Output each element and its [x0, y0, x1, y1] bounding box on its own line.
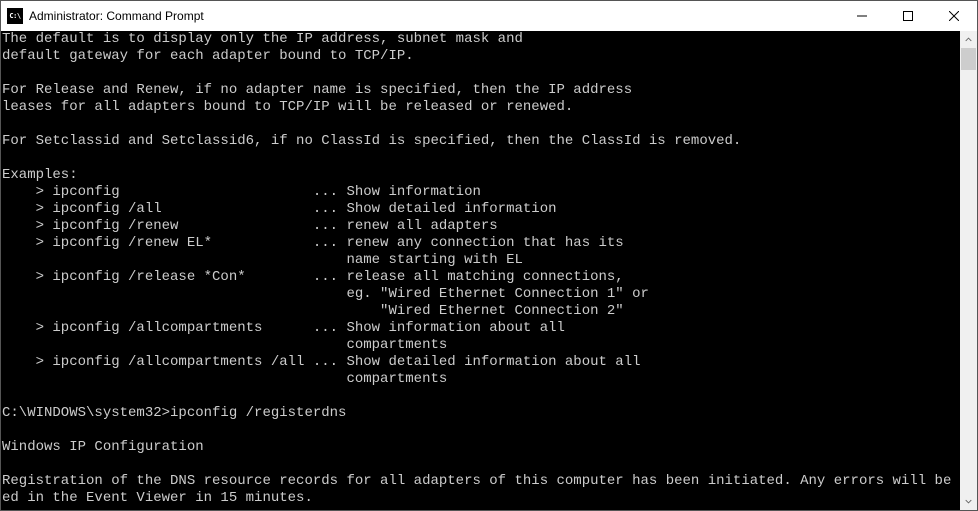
scroll-down-button[interactable]: [960, 493, 977, 510]
maximize-icon: [903, 11, 913, 21]
vertical-scrollbar[interactable]: [960, 31, 977, 510]
chevron-down-icon: [965, 498, 972, 505]
window-controls: [839, 1, 977, 31]
window-title: Administrator: Command Prompt: [29, 9, 839, 23]
scroll-up-button[interactable]: [960, 31, 977, 48]
chevron-up-icon: [965, 36, 972, 43]
scroll-thumb[interactable]: [961, 48, 976, 70]
titlebar[interactable]: Administrator: Command Prompt: [1, 1, 977, 31]
close-icon: [949, 11, 959, 21]
cmd-icon: [7, 8, 23, 24]
minimize-button[interactable]: [839, 1, 885, 31]
minimize-icon: [857, 11, 867, 21]
maximize-button[interactable]: [885, 1, 931, 31]
terminal-output[interactable]: The default is to display only the IP ad…: [1, 31, 960, 510]
window-frame: Administrator: Command Prompt The defaul…: [0, 0, 978, 511]
scroll-track[interactable]: [960, 48, 977, 493]
close-button[interactable]: [931, 1, 977, 31]
client-area: The default is to display only the IP ad…: [1, 31, 977, 510]
